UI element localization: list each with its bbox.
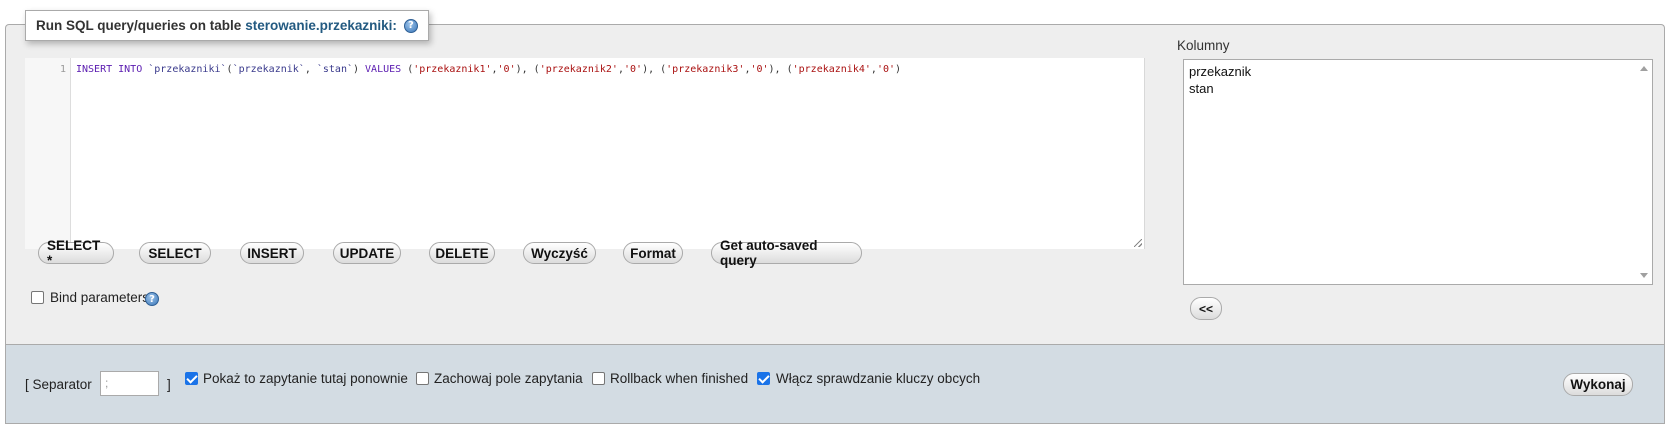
sql-token: , [304, 64, 317, 75]
bind-parameters-checkbox[interactable] [31, 291, 44, 304]
resize-grip-icon[interactable] [1134, 239, 1142, 247]
retain-query-box-label: Zachowaj pole zapytania [434, 371, 583, 386]
scroll-up-icon[interactable] [1640, 66, 1648, 71]
separator-close-bracket: ] [167, 377, 171, 392]
bind-parameters-help-icon[interactable]: ? [145, 292, 159, 306]
sql-token: '0' [497, 64, 516, 75]
sql-token: INSERT INTO [76, 64, 149, 75]
sql-token: `przekazniki` [148, 64, 227, 75]
select-button[interactable]: SELECT [139, 242, 211, 264]
sql-code-line[interactable]: INSERT INTO `przekazniki`(`przekaznik`, … [76, 64, 901, 75]
sql-token: ), ( [768, 64, 793, 75]
sql-token: '0' [876, 64, 895, 75]
format-button[interactable]: Format [623, 242, 683, 264]
help-icon[interactable]: ? [403, 18, 418, 33]
sql-token: ) [352, 64, 366, 75]
delete-button[interactable]: DELETE [429, 242, 495, 264]
line-number-gutter: 1 [25, 58, 71, 249]
column-option[interactable]: stan [1184, 80, 1652, 97]
foreign-key-checks-checkbox[interactable] [757, 372, 770, 385]
sql-editor[interactable]: 1 INSERT INTO `przekazniki`(`przekaznik`… [25, 58, 1145, 249]
insert-column-button[interactable]: << [1190, 297, 1222, 320]
sql-token: 'przekaznik1' [413, 64, 492, 75]
scroll-down-icon[interactable] [1640, 273, 1648, 278]
separator-label: [ Separator [25, 377, 92, 392]
sql-token: ) [895, 64, 902, 75]
columns-title: Kolumny [1177, 38, 1230, 53]
update-button[interactable]: UPDATE [333, 242, 401, 264]
panel-title-prefix: Run SQL query/queries on table [36, 18, 242, 33]
insert-button[interactable]: INSERT [240, 242, 304, 264]
rollback-when-finished-label: Rollback when finished [610, 371, 749, 386]
separator-input[interactable]: ; [100, 371, 159, 396]
sql-token: 'przekaznik3' [666, 64, 745, 75]
rollback-when-finished-checkbox[interactable] [592, 372, 605, 385]
go-button[interactable]: Wykonaj [1563, 373, 1633, 396]
foreign-key-checks-label: Włącz sprawdzanie kluczy obcych [776, 371, 981, 386]
sql-token: 'przekaznik2' [539, 64, 618, 75]
panel-title: Run SQL query/queries on table sterowani… [25, 10, 429, 41]
sql-token: ), ( [515, 64, 540, 75]
columns-listbox[interactable]: przekaznik stan [1183, 59, 1653, 285]
show-query-again-checkbox[interactable] [185, 372, 198, 385]
panel-title-table: sterowanie.przekazniki: [245, 18, 397, 33]
sql-token: ), ( [642, 64, 667, 75]
sql-token: `stan` [316, 64, 353, 75]
retain-query-box-checkbox[interactable] [416, 372, 429, 385]
sql-token: VALUES [365, 64, 408, 75]
clear-button[interactable]: Wyczyść [523, 242, 596, 264]
sql-token: `przekaznik` [232, 64, 305, 75]
show-query-again-label: Pokaż to zapytanie tutaj ponownie [203, 371, 408, 386]
select-star-button[interactable]: SELECT * [38, 238, 114, 268]
sql-token: '0' [750, 64, 769, 75]
line-number: 1 [59, 64, 66, 75]
bind-parameters-label: Bind parameters [50, 290, 150, 305]
get-autosaved-query-button[interactable]: Get auto-saved query [711, 238, 862, 268]
sql-token: '0' [624, 64, 643, 75]
column-option[interactable]: przekaznik [1184, 63, 1652, 80]
sql-token: 'przekaznik4' [792, 64, 871, 75]
